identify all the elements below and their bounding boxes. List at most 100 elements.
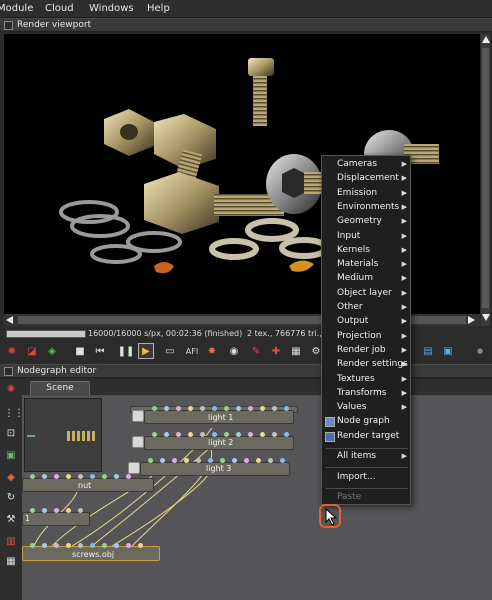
- node-pin[interactable]: [78, 474, 83, 479]
- node-pin[interactable]: [256, 458, 261, 463]
- menu-item-displacement[interactable]: Displacement ▶: [322, 172, 410, 186]
- node-pin[interactable]: [212, 432, 217, 437]
- node-pin[interactable]: [248, 432, 253, 437]
- node-pin[interactable]: [66, 474, 71, 479]
- node-pin[interactable]: [248, 406, 253, 411]
- scroll-down-icon[interactable]: [482, 314, 490, 321]
- node-pin[interactable]: [244, 458, 249, 463]
- table-icon[interactable]: ▦: [4, 555, 18, 569]
- export-icon[interactable]: ▤: [420, 343, 436, 359]
- node-pin[interactable]: [114, 474, 119, 479]
- render-region-icon[interactable]: ◪: [24, 343, 40, 359]
- node-pin[interactable]: [42, 508, 47, 513]
- render-node-icon[interactable]: ✺: [4, 383, 18, 397]
- nodegraph-toggle-checkbox[interactable]: [4, 367, 13, 376]
- node-pin[interactable]: [232, 458, 237, 463]
- node-pin[interactable]: [102, 543, 107, 548]
- node-pin[interactable]: [196, 458, 201, 463]
- node-pin[interactable]: [176, 406, 181, 411]
- menu-item-values[interactable]: Values ▶: [322, 401, 410, 415]
- node-pin[interactable]: [152, 432, 157, 437]
- tools-icon[interactable]: ⚒: [4, 513, 18, 527]
- menu-item-emission[interactable]: Emission ▶: [322, 187, 410, 201]
- rewind-icon[interactable]: ⏮: [92, 343, 108, 359]
- node-pin[interactable]: [208, 458, 213, 463]
- node-pin[interactable]: [54, 543, 59, 548]
- menu-help[interactable]: Help: [147, 3, 170, 14]
- export-node-icon[interactable]: ▥: [4, 535, 18, 549]
- color-cube-icon[interactable]: ◈: [44, 343, 60, 359]
- menu-item-node-graph[interactable]: Node graph: [322, 415, 410, 429]
- node-pin[interactable]: [200, 432, 205, 437]
- pick-icon[interactable]: ✚: [268, 343, 284, 359]
- afi-icon[interactable]: AFI: [184, 343, 200, 359]
- viewport-vertical-scrollbar[interactable]: [481, 34, 490, 326]
- menu-windows[interactable]: Windows: [89, 3, 134, 14]
- node-pin[interactable]: [236, 432, 241, 437]
- node-pin[interactable]: [90, 474, 95, 479]
- scroll-left-icon[interactable]: [6, 316, 13, 324]
- node-pin[interactable]: [176, 432, 181, 437]
- nodegraph-canvas[interactable]: light 1 light 2 light 3 nut 1 screws.obj: [22, 396, 492, 600]
- node-pin[interactable]: [188, 406, 193, 411]
- scene-icon[interactable]: ▦: [288, 343, 304, 359]
- menu-module[interactable]: Module: [0, 3, 33, 14]
- node-pin[interactable]: [54, 474, 59, 479]
- image-node-icon[interactable]: ▣: [4, 449, 18, 463]
- menu-item-render-settings[interactable]: Render settings ▶: [322, 358, 410, 372]
- menu-item-projection[interactable]: Projection ▶: [322, 330, 410, 344]
- menu-item-transforms[interactable]: Transforms ▶: [322, 387, 410, 401]
- node-pin[interactable]: [78, 508, 83, 513]
- material-icon[interactable]: ◆: [4, 471, 18, 485]
- node-pin[interactable]: [54, 508, 59, 513]
- panel-toggle-checkbox[interactable]: [4, 21, 13, 30]
- node-pin[interactable]: [138, 543, 143, 548]
- render-icon[interactable]: ✺: [4, 343, 20, 359]
- rotate-icon[interactable]: ↻: [4, 491, 18, 505]
- node-pin[interactable]: [114, 543, 119, 548]
- menu-item-medium[interactable]: Medium ▶: [322, 272, 410, 286]
- node-pin[interactable]: [30, 474, 35, 479]
- scroll-right-icon[interactable]: [468, 316, 475, 324]
- focus-icon[interactable]: ✸: [204, 343, 220, 359]
- menu-item-cameras[interactable]: Cameras ▶: [322, 158, 410, 172]
- node-pin[interactable]: [280, 458, 285, 463]
- node-pin[interactable]: [284, 432, 289, 437]
- stop-icon[interactable]: ■: [72, 343, 88, 359]
- node-pin[interactable]: [268, 458, 273, 463]
- menu-item-render-job[interactable]: Render job ▶: [322, 344, 410, 358]
- node-pin[interactable]: [126, 543, 131, 548]
- node-pin[interactable]: [172, 458, 177, 463]
- menu-item-output[interactable]: Output ▶: [322, 315, 410, 329]
- edit-icon[interactable]: ✎: [248, 343, 264, 359]
- vertical-scroll-thumb[interactable]: [482, 48, 489, 308]
- node-one[interactable]: [22, 512, 90, 526]
- node-pin[interactable]: [284, 406, 289, 411]
- scroll-up-icon[interactable]: [482, 36, 490, 43]
- menu-item-geometry[interactable]: Geometry ▶: [322, 215, 410, 229]
- node-pin[interactable]: [236, 406, 241, 411]
- menu-item-kernels[interactable]: Kernels ▶: [322, 244, 410, 258]
- menu-item-other[interactable]: Other ▶: [322, 301, 410, 315]
- node-pin[interactable]: [42, 474, 47, 479]
- menu-cloud[interactable]: Cloud: [45, 3, 74, 14]
- menu-item-materials[interactable]: Materials ▶: [322, 258, 410, 272]
- node-pin[interactable]: [90, 543, 95, 548]
- node-pin[interactable]: [30, 508, 35, 513]
- image-icon[interactable]: ▣: [440, 343, 456, 359]
- menu-item-object-layer[interactable]: Object layer ▶: [322, 287, 410, 301]
- node-pin[interactable]: [220, 458, 225, 463]
- node-pin[interactable]: [260, 432, 265, 437]
- camera-icon[interactable]: ◉: [226, 343, 242, 359]
- viewport-icon[interactable]: ▭: [162, 343, 178, 359]
- menu-item-import[interactable]: Import...: [322, 471, 410, 485]
- node-pin[interactable]: [152, 406, 157, 411]
- menu-item-textures[interactable]: Textures ▶: [322, 373, 410, 387]
- node-pin[interactable]: [260, 406, 265, 411]
- node-pin[interactable]: [212, 406, 217, 411]
- play-icon[interactable]: ▶: [138, 343, 154, 359]
- menu-item-render-target[interactable]: Render target: [322, 430, 410, 444]
- node-pin[interactable]: [160, 458, 165, 463]
- node-pin[interactable]: [164, 432, 169, 437]
- node-pin[interactable]: [184, 458, 189, 463]
